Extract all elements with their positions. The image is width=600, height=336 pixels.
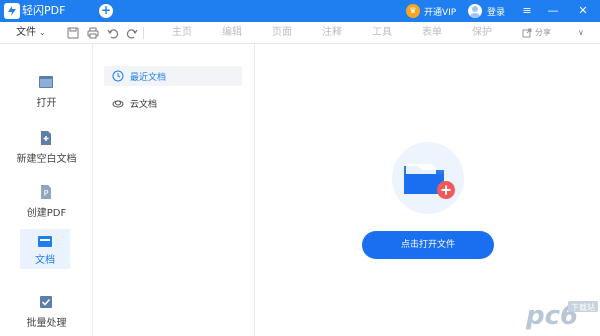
recent-documents-label: 最近文档 (130, 72, 167, 83)
sidebar-item-batch[interactable]: 批量处理 (0, 288, 93, 336)
tab-tools[interactable]: 工具 (372, 26, 392, 40)
sidebar-item-documents[interactable]: 文档 (20, 229, 70, 269)
sidebar-item-new-blank[interactable]: 新建空白文档 (0, 124, 93, 174)
login-button[interactable]: 登录 (468, 2, 505, 20)
new-document-icon (41, 131, 51, 145)
close-button[interactable]: ✕ (574, 0, 592, 22)
tab-edit[interactable]: 编辑 (222, 26, 242, 40)
pc6-watermark-logo: pc6 下载站 (524, 296, 600, 334)
save-icon[interactable] (67, 27, 79, 39)
tab-annotate[interactable]: 注释 (322, 26, 342, 40)
watermark-subtext: 下载站 (571, 302, 595, 312)
clock-icon (112, 70, 124, 82)
title-bar: 轻闪PDF + ♛ 开通VIP 登录 ≡ — ✕ (0, 0, 600, 22)
sidebar-item-open[interactable]: 打开 (0, 68, 93, 118)
share-icon (522, 28, 532, 38)
open-file-button[interactable]: 点击打开文件 (362, 231, 494, 259)
more-dropdown[interactable]: ∨ (578, 26, 584, 40)
cloud-icon (112, 100, 124, 108)
toolbar-divider (143, 27, 144, 39)
empty-state-illustration (392, 142, 464, 214)
menu-icon[interactable]: ≡ (518, 0, 536, 22)
file-menu-label: 文件 (16, 27, 36, 38)
vip-button[interactable]: ♛ 开通VIP (406, 2, 456, 20)
sidebar: 打开 新建空白文档 P 创建PDF 文档 批量处理 (0, 44, 93, 336)
sidebar-item-label: 批量处理 (26, 318, 67, 329)
avatar-icon (468, 4, 482, 18)
new-tab-button[interactable]: + (99, 4, 113, 18)
login-label: 登录 (487, 7, 506, 18)
app-title: 轻闪PDF (22, 4, 66, 17)
vip-label: 开通VIP (424, 7, 457, 18)
tab-home[interactable]: 主页 (172, 26, 192, 40)
tab-form[interactable]: 表单 (422, 26, 442, 40)
sidebar-item-label: 创建PDF (26, 208, 67, 219)
recent-documents-item[interactable]: 最近文档 (104, 66, 242, 86)
share-label: 分享 (535, 28, 551, 37)
app-logo-icon (4, 3, 20, 19)
svg-text:P: P (44, 189, 49, 198)
file-menu[interactable]: 文件 ⌄ (16, 26, 46, 40)
cloud-documents-item[interactable]: 云文档 (104, 93, 242, 113)
crown-icon: ♛ (406, 4, 420, 18)
watermark-graphic: pc6 下载站 (525, 301, 598, 331)
minimize-button[interactable]: — (544, 0, 562, 22)
redo-icon[interactable] (126, 27, 138, 39)
create-pdf-icon: P (41, 185, 51, 199)
tab-page[interactable]: 页面 (272, 26, 292, 40)
sidebar-item-label: 新建空白文档 (16, 154, 77, 165)
folder-add-icon (404, 164, 455, 199)
share-button[interactable]: 分享 (522, 26, 551, 40)
batch-icon (40, 296, 52, 308)
tab-protect[interactable]: 保护 (472, 26, 492, 40)
sidebar-item-create-pdf[interactable]: P 创建PDF (0, 178, 93, 228)
folder-open-icon (39, 76, 53, 88)
document-icon (38, 236, 52, 247)
document-panel: 最近文档 云文档 (93, 44, 255, 336)
undo-icon[interactable] (107, 27, 119, 39)
cloud-documents-label: 云文档 (130, 99, 158, 110)
print-icon[interactable] (87, 27, 99, 39)
sidebar-item-label: 打开 (36, 98, 57, 109)
toolbar: 文件 ⌄ 主页 编辑 页面 注释 工具 表单 保护 分享 ∨ (0, 22, 600, 44)
chevron-down-icon: ⌄ (39, 28, 46, 37)
sidebar-item-label: 文档 (35, 255, 55, 266)
